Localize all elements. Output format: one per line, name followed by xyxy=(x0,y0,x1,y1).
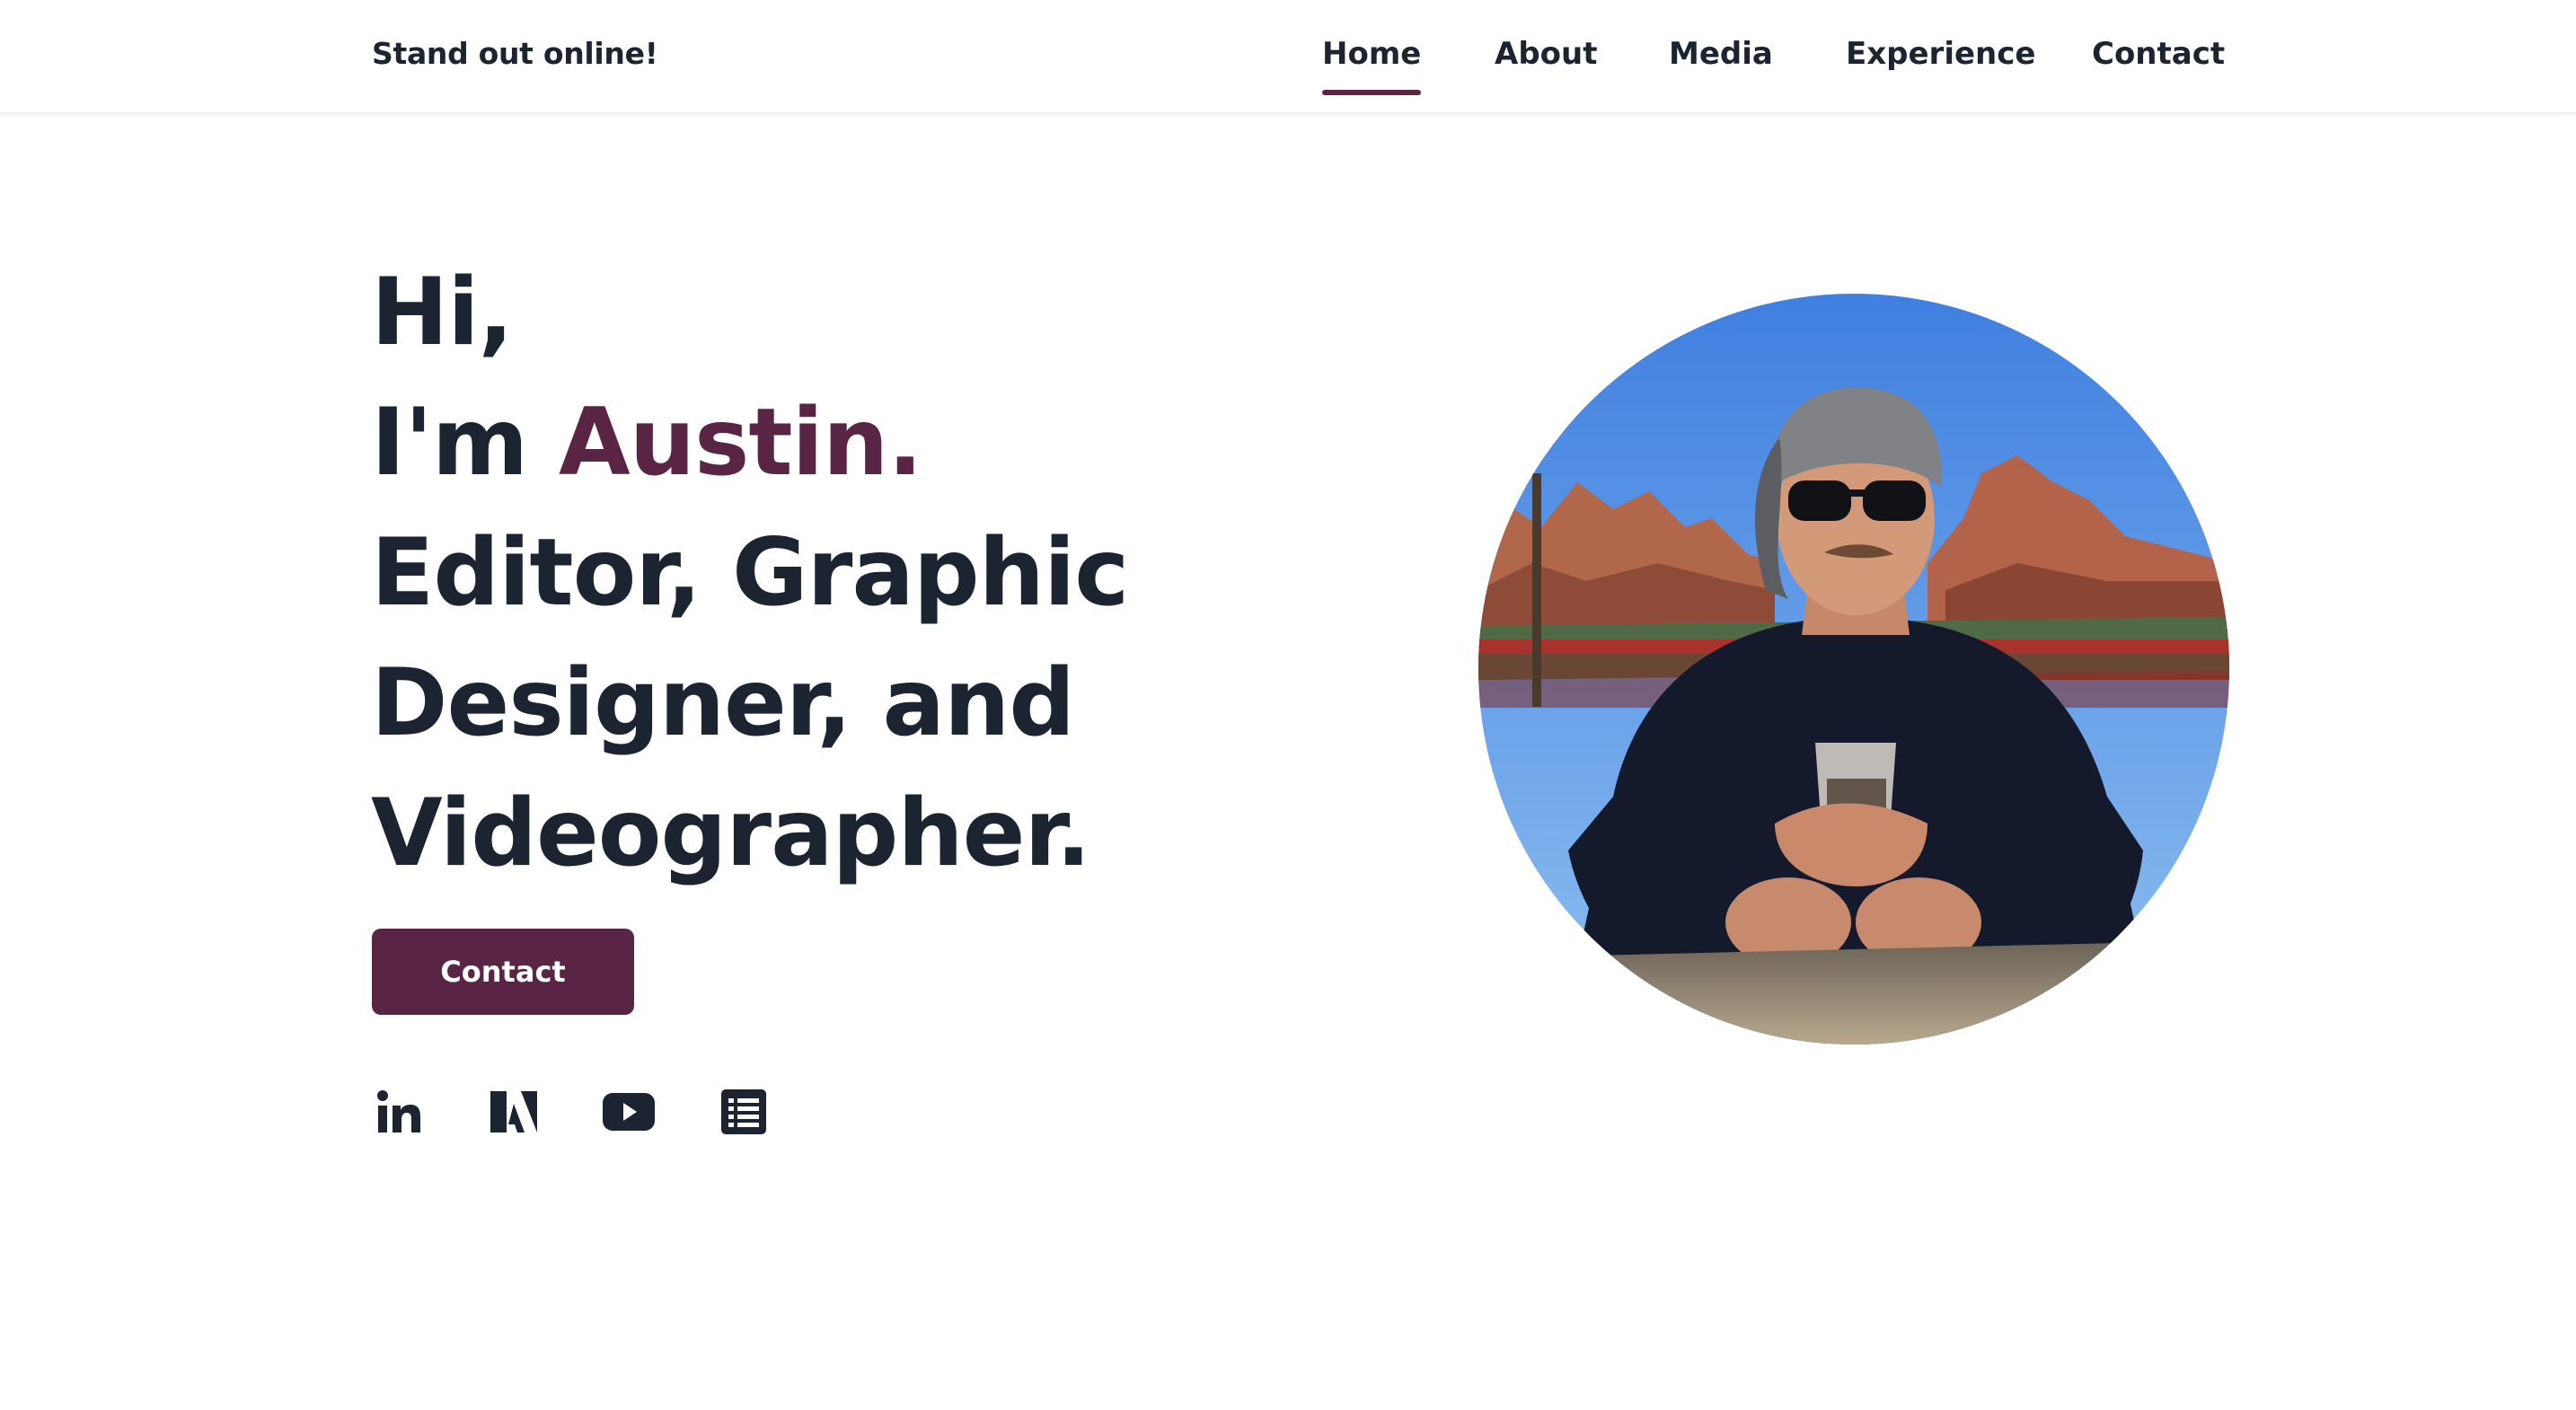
linkedin-icon[interactable] xyxy=(372,1085,426,1139)
hero-heading: Hi, I'm Austin. Editor, Graphic Designer… xyxy=(371,248,1359,899)
nav-experience-link[interactable]: Experience xyxy=(1846,36,2035,72)
adobe-icon[interactable] xyxy=(487,1085,541,1139)
youtube-icon[interactable] xyxy=(602,1085,656,1139)
page: Stand out online! Home About Media Exper… xyxy=(0,0,2576,1410)
nav-home-link[interactable]: Home xyxy=(1322,36,1422,95)
site-header: Stand out online! Home About Media Exper… xyxy=(0,0,2576,113)
hero-intro-prefix: I'm xyxy=(371,389,560,497)
profile-photo xyxy=(1478,294,2229,1044)
hero-role-line-2: Designer, and xyxy=(371,649,1075,757)
nav-media-link[interactable]: Media xyxy=(1669,36,1773,72)
hero-intro: I'm Austin. xyxy=(371,378,1359,508)
resume-list-icon[interactable] xyxy=(717,1085,771,1139)
hero-greeting: Hi, xyxy=(371,259,514,366)
nav-about-link[interactable]: About xyxy=(1495,36,1597,72)
main-nav: Home About Media Experience Contact xyxy=(0,36,2576,99)
contact-button[interactable]: Contact xyxy=(372,929,634,1015)
hero-role-line-1: Editor, Graphic xyxy=(371,519,1129,627)
nav-contact-link[interactable]: Contact xyxy=(2092,36,2225,72)
hero-role-line-3: Videographer. xyxy=(371,780,1091,887)
hero-name: Austin. xyxy=(559,389,922,497)
